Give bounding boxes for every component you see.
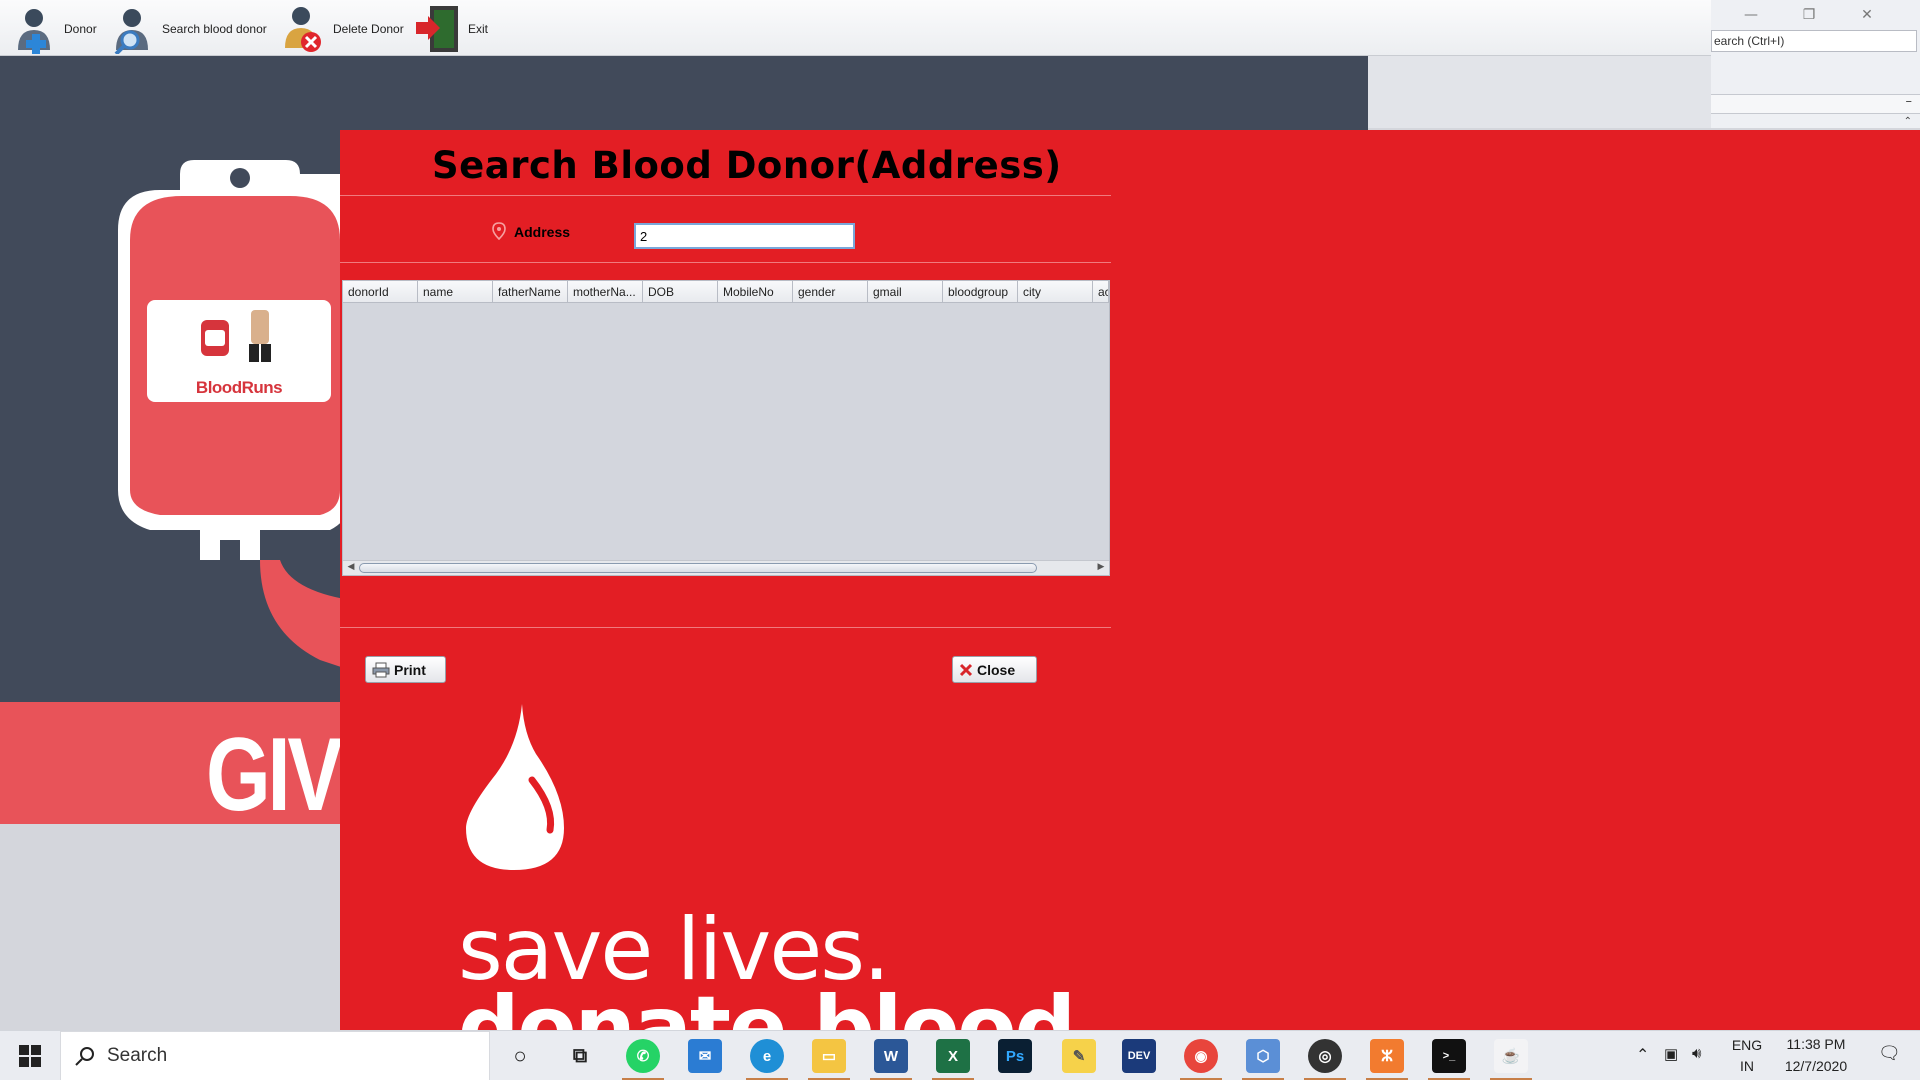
search-separator: [340, 262, 1111, 263]
notes-icon[interactable]: ✎: [1062, 1039, 1096, 1073]
exit-door-icon: [416, 6, 458, 52]
chevron-up-icon[interactable]: ⌃: [1904, 116, 1912, 127]
scrollbar-thumb[interactable]: [359, 563, 1037, 573]
mail-icon[interactable]: ✉: [688, 1039, 722, 1073]
column-header-gmail[interactable]: gmail: [868, 281, 943, 303]
search-donor-icon: [114, 9, 148, 54]
minimize-icon[interactable]: —: [1731, 4, 1771, 26]
system-tray: ⌃ ▣ 🔊︎ ENG IN 11:38 PM 12/7/2020 🗨︎: [1620, 1031, 1920, 1080]
chrome-icon[interactable]: ◉: [1180, 1039, 1222, 1080]
network-icon[interactable]: ▣: [1664, 1045, 1678, 1063]
column-header-name[interactable]: name: [418, 281, 493, 303]
exit-label: Exit: [468, 22, 489, 36]
delete-donor-label: Delete Donor: [333, 22, 404, 36]
close-button[interactable]: Close: [952, 656, 1037, 683]
address-label: Address: [514, 224, 571, 240]
column-header-address[interactable]: ac: [1093, 281, 1109, 303]
panel-minimize-icon[interactable]: –: [1906, 94, 1913, 109]
windows-logo-icon: [19, 1045, 41, 1067]
clock-date[interactable]: 12/7/2020: [1778, 1058, 1854, 1074]
exit-button[interactable]: Exit: [414, 4, 488, 54]
terminal-icon[interactable]: >_: [1428, 1039, 1470, 1080]
search-blood-donor-button[interactable]: Search blood donor: [108, 4, 267, 54]
ide-window-corner: — ❐ ✕ earch (Ctrl+I) – ⌃: [1711, 0, 1920, 128]
scroll-right-icon[interactable]: ▶: [1095, 562, 1107, 572]
poster-giv-text: GIV: [206, 717, 340, 824]
windows-taskbar: Search ○ ⧉ ✆ ✉ e ▭ W X Ps ✎ DEV ◉ ⬡ ◎ ⵣ …: [0, 1030, 1920, 1080]
blood-bag-image: [118, 160, 350, 670]
excel-icon[interactable]: X: [932, 1039, 974, 1080]
taskbar-search-box[interactable]: Search: [60, 1031, 490, 1080]
search-icon: [75, 1047, 94, 1066]
column-header-city[interactable]: city: [1018, 281, 1093, 303]
close-window-icon[interactable]: ✕: [1847, 4, 1887, 26]
language-secondary[interactable]: IN: [1730, 1058, 1764, 1074]
ide-search-input[interactable]: earch (Ctrl+I): [1711, 30, 1917, 52]
cortana-icon[interactable]: ○: [503, 1039, 537, 1073]
virtualbox-icon[interactable]: ⬡: [1242, 1039, 1284, 1080]
donor-results-table[interactable]: donorId name fatherName motherNa... DOB …: [342, 280, 1110, 576]
poster-donate-blood-text: donate blood: [458, 978, 1076, 1030]
blood-drop-icon: [466, 704, 564, 870]
address-input[interactable]: [634, 223, 855, 249]
start-button[interactable]: [0, 1031, 60, 1080]
table-separator: [340, 627, 1111, 628]
close-x-icon: [959, 663, 973, 676]
whatsapp-icon[interactable]: ✆: [622, 1039, 664, 1080]
print-button[interactable]: Print: [365, 656, 446, 683]
task-view-icon[interactable]: ⧉: [563, 1039, 597, 1073]
column-header-dob[interactable]: DOB: [643, 281, 718, 303]
donor-button[interactable]: Donor: [10, 4, 97, 54]
restore-icon[interactable]: ❐: [1789, 4, 1829, 26]
column-header-fathername[interactable]: fatherName: [493, 281, 568, 303]
close-label: Close: [977, 661, 1016, 678]
notification-icon[interactable]: 🗨︎: [1878, 1043, 1901, 1064]
column-header-bloodgroup[interactable]: bloodgroup: [943, 281, 1018, 303]
poster-lower: [0, 824, 340, 1030]
column-header-mothername[interactable]: motherNa...: [568, 281, 643, 303]
column-header-donorid[interactable]: donorId: [343, 281, 418, 303]
column-header-mobileno[interactable]: MobileNo: [718, 281, 793, 303]
ide-gray-panel: [1368, 56, 1711, 128]
ide-panel-bar: –: [1711, 94, 1920, 114]
java-icon[interactable]: ☕: [1490, 1039, 1532, 1080]
devcpp-icon[interactable]: DEV: [1122, 1039, 1156, 1073]
add-donor-icon: [18, 9, 50, 54]
location-pin-icon: [492, 222, 506, 240]
xampp-icon[interactable]: ⵣ: [1366, 1039, 1408, 1080]
tray-chevron-up-icon[interactable]: ⌃: [1636, 1045, 1649, 1065]
table-header: donorId name fatherName motherNa... DOB …: [343, 281, 1109, 303]
word-icon[interactable]: W: [870, 1039, 912, 1080]
app-toolbar: Donor Search blood donor Delete Donor Ex…: [0, 0, 1711, 56]
poster-band: GIV: [0, 702, 340, 824]
file-explorer-icon[interactable]: ▭: [808, 1039, 850, 1080]
printer-icon: [372, 662, 390, 677]
taskbar-search-text: Search: [107, 1045, 168, 1066]
language-primary[interactable]: ENG: [1730, 1037, 1764, 1053]
photoshop-icon[interactable]: Ps: [998, 1039, 1032, 1073]
volume-icon[interactable]: 🔊︎: [1692, 1045, 1701, 1062]
dialog-title: Search Blood Donor(Address): [432, 144, 1062, 187]
horizontal-scrollbar[interactable]: ◀ ▶: [343, 560, 1109, 575]
print-label: Print: [394, 661, 426, 678]
bloodruns-logo: BloodRuns: [147, 300, 331, 402]
search-donor-dialog: Search Blood Donor(Address) Address dono…: [340, 130, 1920, 1030]
column-header-gender[interactable]: gender: [793, 281, 868, 303]
donor-label: Donor: [64, 22, 97, 36]
delete-donor-button[interactable]: Delete Donor: [279, 4, 404, 54]
delete-donor-icon: [285, 7, 321, 52]
edge-icon[interactable]: e: [746, 1039, 788, 1080]
title-separator: [340, 195, 1111, 196]
bloodruns-logo-graphic: [201, 310, 271, 362]
clock-time[interactable]: 11:38 PM: [1778, 1036, 1854, 1052]
bloodruns-text: BloodRuns: [195, 378, 283, 397]
scroll-left-icon[interactable]: ◀: [345, 562, 357, 572]
search-blood-donor-label: Search blood donor: [162, 22, 267, 36]
media-icon[interactable]: ◎: [1304, 1039, 1346, 1080]
